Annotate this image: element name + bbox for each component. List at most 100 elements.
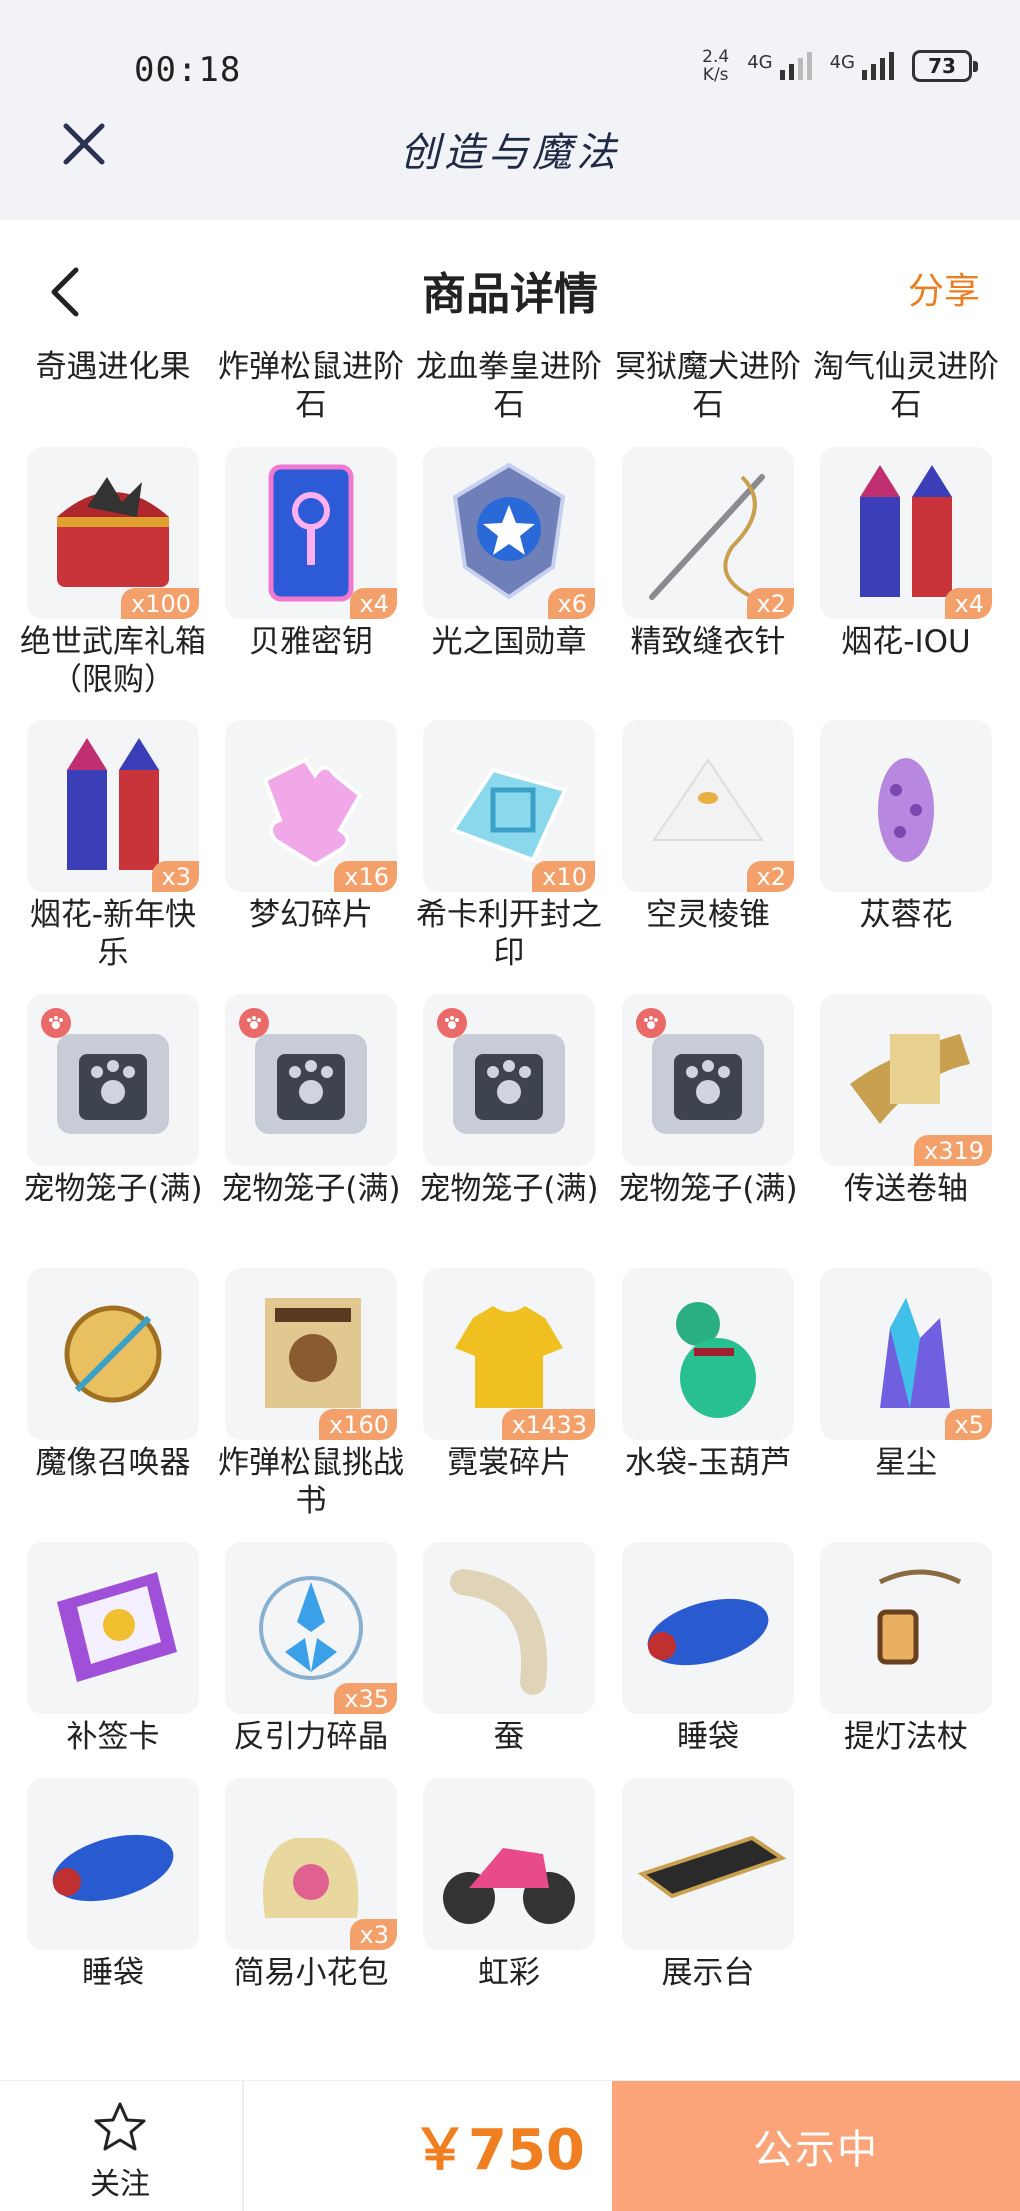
battery-icon: 73 bbox=[912, 50, 978, 82]
item-tile[interactable] bbox=[423, 1778, 595, 1950]
silkworm-icon bbox=[450, 1569, 548, 1695]
item-tile[interactable] bbox=[622, 1268, 794, 1440]
item-name: 龙血拳皇进阶石 bbox=[416, 349, 602, 423]
quantity-badge: x4 bbox=[944, 588, 992, 619]
item-tile[interactable]: x35 bbox=[225, 1542, 397, 1714]
item-tile[interactable] bbox=[820, 720, 992, 892]
quantity-badge: x160 bbox=[318, 1409, 397, 1440]
motorcycle-icon bbox=[443, 1818, 575, 1924]
quantity-badge: x5 bbox=[944, 1409, 992, 1440]
item-tile[interactable] bbox=[622, 994, 794, 1166]
item-name: 补签卡 bbox=[66, 1719, 160, 1755]
item-name: 绝世武库礼箱（限购） bbox=[20, 624, 206, 698]
app-top-bar: 00:18 2.4 K/s 4G 4G 73 创造与魔法 bbox=[0, 0, 1020, 220]
status-button[interactable]: 公示中 bbox=[612, 2081, 1020, 2211]
item-name: 睡袋 bbox=[677, 1719, 739, 1755]
item-name: 简易小花包 bbox=[233, 1955, 389, 1991]
sleeping-bag-icon bbox=[52, 1834, 174, 1902]
item-name: 宠物笼子(满) bbox=[23, 1171, 203, 1207]
item-name: 贝雅密钥 bbox=[249, 624, 373, 660]
item-tile[interactable]: x3 bbox=[225, 1778, 397, 1950]
price: ￥750 bbox=[412, 2118, 585, 2183]
star-icon bbox=[94, 2102, 146, 2151]
item-name: 宠物笼子(满) bbox=[618, 1171, 798, 1207]
item-name: 精致缝衣针 bbox=[630, 624, 786, 660]
item-name: 传送卷轴 bbox=[844, 1171, 968, 1207]
lantern-staff-icon bbox=[877, 1569, 962, 1665]
item-name: 淘气仙灵进阶石 bbox=[813, 349, 999, 423]
summoner-icon bbox=[64, 1305, 162, 1403]
item-tile[interactable]: x4 bbox=[225, 447, 397, 619]
divider bbox=[242, 2081, 244, 2211]
item-tile[interactable] bbox=[622, 1542, 794, 1714]
item-tile[interactable] bbox=[27, 1542, 199, 1714]
item-tile[interactable]: x319 bbox=[820, 994, 992, 1166]
status-time: 00:18 bbox=[134, 50, 242, 90]
item-tile[interactable]: x1433 bbox=[423, 1268, 595, 1440]
item-tile[interactable]: x5 bbox=[820, 1268, 992, 1440]
quantity-badge: x16 bbox=[334, 861, 397, 892]
quantity-badge: x2 bbox=[746, 861, 794, 892]
item-name: 提灯法杖 bbox=[844, 1719, 968, 1755]
quantity-badge: x4 bbox=[349, 588, 397, 619]
item-name: 蚕 bbox=[493, 1719, 525, 1755]
item-name: 苁蓉花 bbox=[859, 897, 953, 933]
status-icons: 2.4 K/s 4G 4G 73 bbox=[702, 44, 978, 88]
item-name: 光之国勋章 bbox=[431, 624, 587, 660]
item-name: 冥狱魔犬进阶石 bbox=[615, 349, 801, 423]
app-title: 创造与魔法 bbox=[400, 130, 620, 176]
quantity-badge: x1433 bbox=[501, 1409, 595, 1440]
item-tile[interactable]: x6 bbox=[423, 447, 595, 619]
display-stand-icon bbox=[637, 1835, 787, 1899]
item-name: 水袋-玉葫芦 bbox=[624, 1445, 792, 1481]
item-tile[interactable] bbox=[622, 1778, 794, 1950]
share-button[interactable]: 分享 bbox=[908, 262, 980, 314]
page-title: 商品详情 bbox=[422, 269, 598, 320]
pet-badge-icon bbox=[437, 1008, 467, 1038]
item-name: 空灵棱锥 bbox=[646, 897, 770, 933]
pet-badge-icon bbox=[636, 1008, 666, 1038]
quantity-badge: x2 bbox=[746, 588, 794, 619]
item-tile[interactable] bbox=[27, 1778, 199, 1950]
item-tile[interactable] bbox=[27, 1268, 199, 1440]
item-name: 反引力碎晶 bbox=[233, 1719, 389, 1755]
item-name: 炸弹松鼠挑战书 bbox=[218, 1445, 404, 1519]
item-name: 星尘 bbox=[875, 1445, 937, 1481]
item-tile[interactable] bbox=[27, 994, 199, 1166]
item-tile[interactable]: x10 bbox=[423, 720, 595, 892]
item-tile[interactable]: x2 bbox=[622, 720, 794, 892]
item-tile[interactable] bbox=[225, 994, 397, 1166]
item-name: 展示台 bbox=[661, 1955, 755, 1991]
signal-icon: 4G bbox=[747, 52, 812, 80]
item-name: 希卡利开封之印 bbox=[416, 897, 602, 971]
item-tile[interactable] bbox=[820, 1542, 992, 1714]
item-name: 烟花-新年快乐 bbox=[29, 897, 197, 971]
quantity-badge: x10 bbox=[532, 861, 595, 892]
item-name: 炸弹松鼠进阶石 bbox=[218, 349, 404, 423]
ticket-icon bbox=[57, 1572, 177, 1682]
quantity-badge: x3 bbox=[151, 861, 199, 892]
item-tile[interactable] bbox=[423, 994, 595, 1166]
quantity-badge: x3 bbox=[349, 1919, 397, 1950]
item-name: 魔像召唤器 bbox=[35, 1445, 191, 1481]
quantity-badge: x6 bbox=[547, 588, 595, 619]
item-tile[interactable]: x2 bbox=[622, 447, 794, 619]
item-name: 宠物笼子(满) bbox=[419, 1171, 599, 1207]
item-name: 奇遇进化果 bbox=[35, 349, 191, 385]
pet-badge-icon bbox=[41, 1008, 71, 1038]
gourd-icon bbox=[676, 1302, 756, 1418]
item-tile[interactable]: x4 bbox=[820, 447, 992, 619]
item-tile[interactable]: x16 bbox=[225, 720, 397, 892]
item-name: 虹彩 bbox=[478, 1955, 540, 1991]
follow-button[interactable]: 关注 bbox=[60, 2101, 180, 2202]
quantity-badge: x35 bbox=[334, 1683, 397, 1714]
bottom-action-bar: 关注 ￥750 公示中 bbox=[0, 2080, 1020, 2211]
item-tile[interactable]: x160 bbox=[225, 1268, 397, 1440]
item-tile[interactable] bbox=[423, 1542, 595, 1714]
item-tile[interactable]: x3 bbox=[27, 720, 199, 892]
item-tile[interactable]: x100 bbox=[27, 447, 199, 619]
item-name: 梦幻碎片 bbox=[249, 897, 373, 933]
item-name: 睡袋 bbox=[82, 1955, 144, 1991]
item-name: 霓裳碎片 bbox=[447, 1445, 571, 1481]
item-name: 烟花-IOU bbox=[841, 624, 971, 660]
